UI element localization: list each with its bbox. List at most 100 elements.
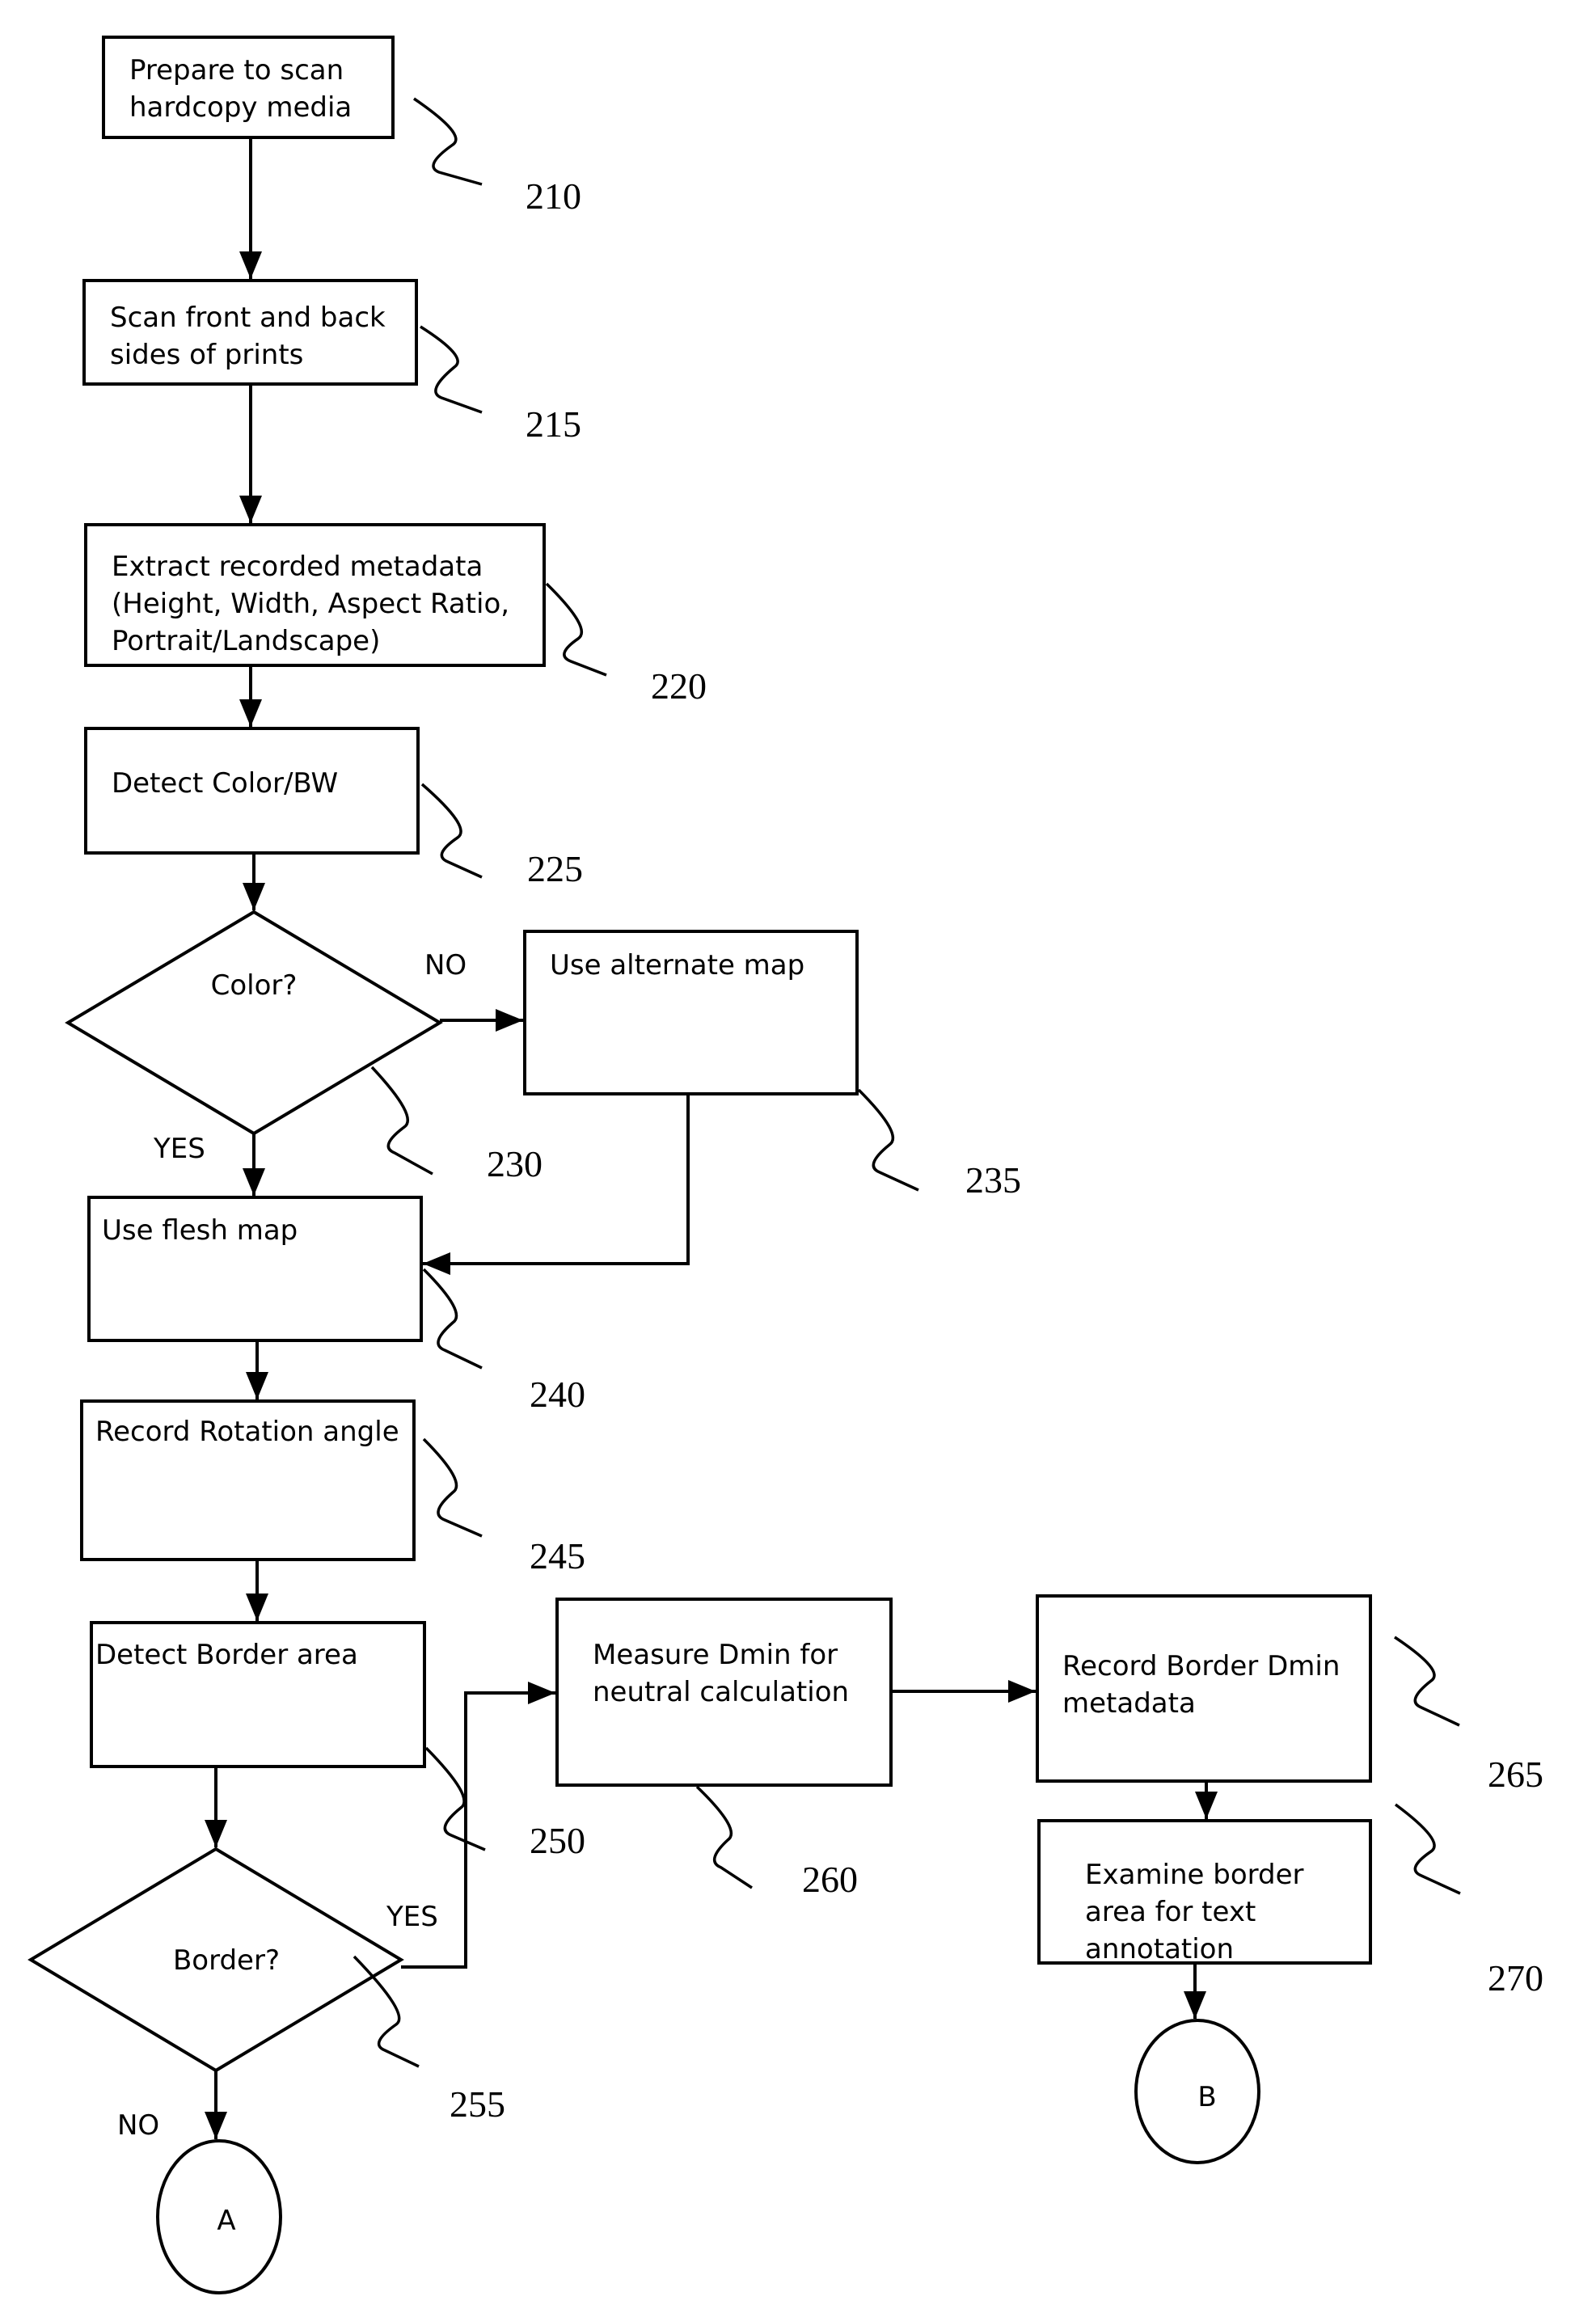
- branch-label: NO: [117, 2109, 159, 2142]
- flowchart-diagram: NO YES YES NO Prepare to scan hardcopy media…: [27, 36, 1543, 2294]
- node-label-line: Detect Border area: [95, 1639, 358, 1671]
- branch-label: NO: [424, 949, 467, 981]
- node-235-process: Use alternate map: [523, 930, 859, 1095]
- arrowhead-icon: [1195, 1792, 1218, 1819]
- leader-line: [422, 1437, 483, 1538]
- edge-250-to-255: [205, 1767, 227, 1847]
- leader-line: [353, 1955, 420, 2068]
- node-215-process: Scan front and back sides of prints: [82, 279, 418, 386]
- node-label-line: Detect Color/BW: [112, 767, 338, 800]
- leader-line: [1394, 1636, 1460, 1727]
- reference-numeral: 265: [1488, 1754, 1543, 1795]
- node-label-line: metadata: [1062, 1687, 1196, 1720]
- node-260-process: Measure Dmin for neutral calculation: [555, 1598, 893, 1787]
- leader-line: [545, 582, 607, 677]
- node-label-line: A: [217, 2205, 235, 2237]
- node-245-process: Record Rotation angle: [80, 1399, 416, 1561]
- arrowhead-icon: [1184, 1991, 1206, 2019]
- arrowhead-icon: [239, 496, 262, 523]
- edge-225-to-230: [243, 853, 265, 910]
- node-230-decision: Color?: [65, 910, 443, 1136]
- node-label-line: (Height, Width, Aspect Ratio,: [112, 588, 509, 620]
- node-label-line: B: [1197, 2081, 1216, 2113]
- node-label-line: neutral calculation: [593, 1676, 849, 1708]
- node-label-line: Scan front and back: [110, 302, 386, 334]
- edge-230-to-235: NO: [424, 949, 523, 1032]
- node-210-process: Prepare to scan hardcopy media: [102, 36, 395, 139]
- leader-line: [422, 1268, 483, 1370]
- leader-line: [1394, 1803, 1461, 1895]
- leader-line: [420, 783, 483, 879]
- leader-line: [370, 1066, 433, 1176]
- edge-245-to-250: [246, 1560, 268, 1621]
- branch-label: YES: [153, 1133, 205, 1165]
- node-label-line: sides of prints: [110, 339, 303, 371]
- reference-numeral: 240: [530, 1374, 585, 1415]
- node-label-line: Extract recorded metadata: [112, 551, 483, 583]
- node-225-process: Detect Color/BW: [84, 727, 420, 855]
- reference-numeral: 250: [530, 1820, 585, 1861]
- arrowhead-icon: [243, 1168, 265, 1196]
- reference-numeral: 255: [450, 2083, 505, 2125]
- node-220-process: Extract recorded metadata (Height, Width,…: [84, 523, 546, 667]
- leader-line: [420, 325, 483, 414]
- branch-label: YES: [386, 1901, 438, 1933]
- leader-line: [695, 1785, 753, 1889]
- connector-line: [423, 1094, 690, 1265]
- reference-numeral: 260: [802, 1859, 858, 1900]
- arrowhead-icon: [243, 883, 265, 910]
- reference-numeral: 270: [1488, 1957, 1543, 1999]
- node-label-line: Record Rotation angle: [95, 1416, 399, 1448]
- edges-layer: NO YES YES NO: [117, 137, 1218, 2142]
- node-label-line: Record Border Dmin: [1062, 1650, 1340, 1682]
- reference-numeral: 210: [526, 175, 581, 217]
- reference-numeral: 230: [487, 1143, 543, 1184]
- node-255-decision: Border?: [27, 1847, 404, 2073]
- node-label-line: area for text: [1085, 1896, 1256, 1928]
- node-label-line: Color?: [211, 969, 298, 1002]
- edge-230-to-240: YES: [153, 1133, 265, 1196]
- node-label-line: hardcopy media: [129, 91, 352, 124]
- node-label-line: Use flesh map: [102, 1214, 298, 1247]
- reference-numeral: 225: [527, 848, 583, 889]
- node-label-line: Use alternate map: [550, 949, 804, 981]
- edge-260-to-265: [891, 1680, 1036, 1703]
- arrowhead-icon: [239, 251, 262, 279]
- reference-numeral: 235: [965, 1159, 1021, 1201]
- arrowhead-icon: [496, 1009, 523, 1032]
- edge-240-to-245: [246, 1340, 268, 1399]
- edge-235-to-240: [423, 1094, 690, 1275]
- arrowhead-icon: [205, 1820, 227, 1847]
- edge-270-to-B: [1184, 1963, 1206, 2019]
- node-270-process: Examine border area for text annotation: [1037, 1819, 1372, 1965]
- nodes-layer: Prepare to scan hardcopy media Scan front …: [27, 36, 1372, 2294]
- edge-215-to-220: [239, 384, 262, 523]
- arrowhead-icon: [205, 2112, 227, 2139]
- leader-line: [857, 1088, 919, 1192]
- node-265-process: Record Border Dmin metadata: [1036, 1594, 1372, 1783]
- edge-220-to-225: [239, 665, 262, 727]
- node-label-line: Measure Dmin for: [593, 1639, 838, 1671]
- node-250-process: Detect Border area: [90, 1621, 426, 1768]
- node-A-connector: A: [156, 2139, 282, 2294]
- arrowhead-icon: [246, 1372, 268, 1399]
- node-240-process: Use flesh map: [87, 1196, 423, 1342]
- edge-210-to-215: [239, 137, 262, 279]
- node-B-connector: B: [1134, 2019, 1260, 2164]
- reference-numeral: 220: [651, 665, 707, 707]
- leader-line: [413, 97, 483, 186]
- leader-line: [424, 1746, 486, 1851]
- reference-numeral: 245: [530, 1535, 585, 1577]
- node-label-line: Examine border: [1085, 1859, 1304, 1891]
- node-label-line: Border?: [173, 1944, 280, 1977]
- node-label-line: annotation: [1085, 1933, 1234, 1965]
- reference-numeral: 215: [526, 403, 581, 445]
- node-label-line: Portrait/Landscape): [112, 625, 380, 657]
- arrowhead-icon: [239, 699, 262, 727]
- edge-265-to-270: [1195, 1781, 1218, 1819]
- decision-diamond: [65, 910, 443, 1136]
- node-label-line: Prepare to scan: [129, 54, 344, 87]
- arrowhead-icon: [528, 1682, 555, 1704]
- flowchart-canvas: NO YES YES NO Prepare to scan hardcopy media…: [0, 0, 1596, 2309]
- edge-255-to-A: NO: [117, 2071, 227, 2142]
